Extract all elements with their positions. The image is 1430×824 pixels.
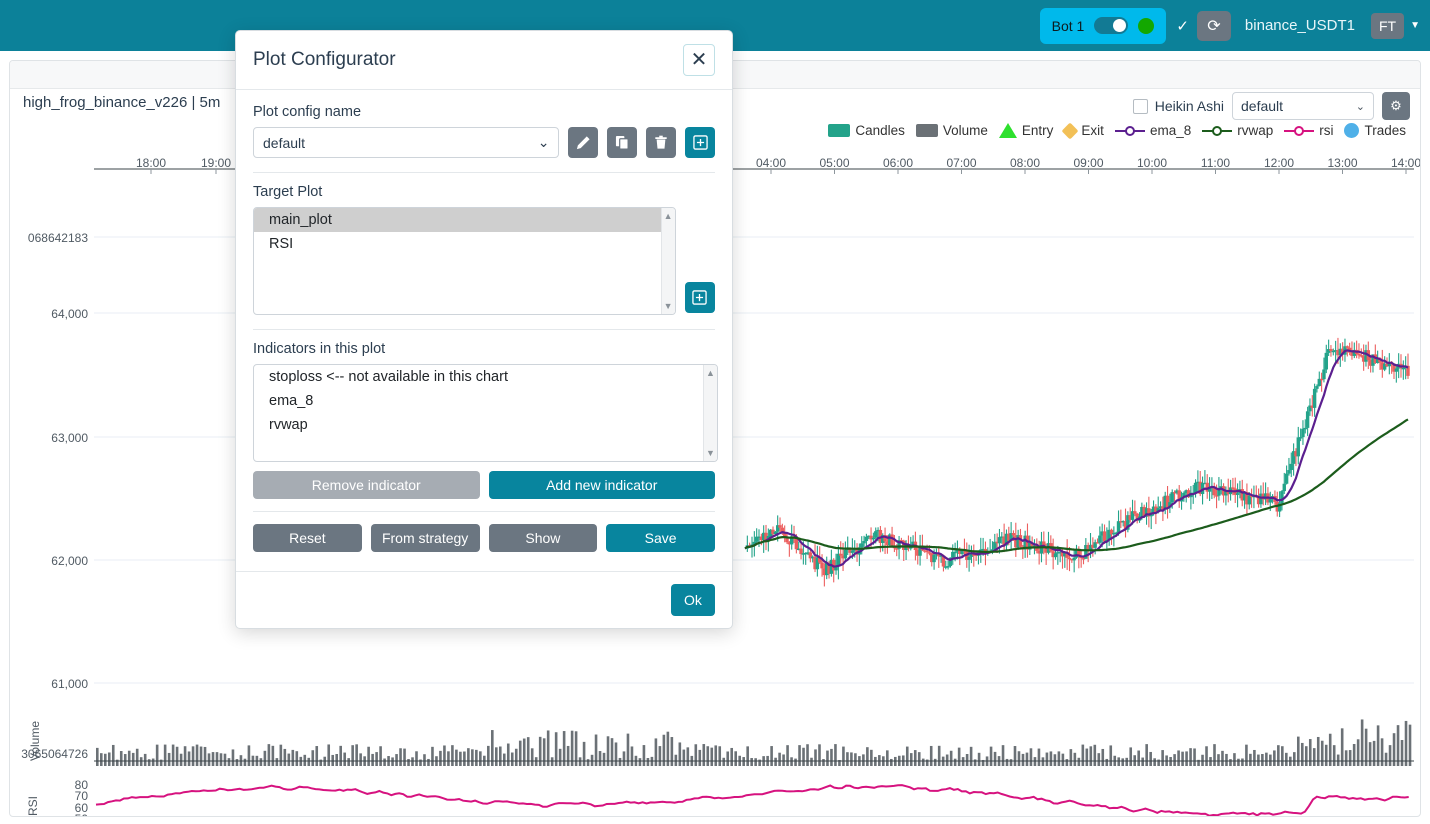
divider xyxy=(253,172,715,173)
indicators-listbox[interactable]: stoploss <-- not available in this chart… xyxy=(253,364,718,462)
add-plot-config-button[interactable] xyxy=(685,127,715,158)
close-icon[interactable]: ✕ xyxy=(683,44,715,76)
plot-config-name-label: Plot config name xyxy=(253,104,715,120)
remove-indicator-button[interactable]: Remove indicator xyxy=(253,471,480,499)
app-root: Bot 1 ✓ ⟳ binance_USDT1 FT ▼ high_frog_b… xyxy=(0,0,1430,824)
divider xyxy=(253,329,715,330)
delete-icon[interactable] xyxy=(646,127,676,158)
trash-icon xyxy=(654,135,668,150)
plus-square-icon xyxy=(693,135,708,150)
plot-configurator-dialog: Plot Configurator ✕ Plot config name def… xyxy=(235,30,733,629)
indicator-option[interactable]: rvwap xyxy=(254,413,717,437)
indicator-actions: Remove indicator Add new indicator xyxy=(253,471,715,499)
target-plot-option[interactable]: main_plot xyxy=(254,208,661,232)
copy-icon[interactable] xyxy=(607,127,637,158)
plus-square-icon xyxy=(692,290,707,305)
target-plot-label: Target Plot xyxy=(253,184,715,200)
target-plot-options: main_plotRSI xyxy=(254,208,675,256)
target-plot-row: main_plotRSI ▲ ▼ xyxy=(253,207,715,315)
add-target-plot-button[interactable] xyxy=(685,282,715,313)
show-button[interactable]: Show xyxy=(489,524,598,552)
scroll-up-icon[interactable]: ▲ xyxy=(706,368,715,378)
dialog-body: Plot config name default ⌄ xyxy=(236,90,732,571)
indicators-label: Indicators in this plot xyxy=(253,341,715,357)
indicator-options: stoploss <-- not available in this chart… xyxy=(254,365,717,437)
add-indicator-button[interactable]: Add new indicator xyxy=(489,471,716,499)
from-strategy-button[interactable]: From strategy xyxy=(371,524,480,552)
plot-config-row: default ⌄ xyxy=(253,127,715,158)
divider xyxy=(253,511,715,512)
reset-button[interactable]: Reset xyxy=(253,524,362,552)
listbox-scrollbar[interactable]: ▲ ▼ xyxy=(661,208,675,314)
indicator-option[interactable]: ema_8 xyxy=(254,389,717,413)
dialog-header: Plot Configurator ✕ xyxy=(236,31,732,90)
scroll-up-icon[interactable]: ▲ xyxy=(664,211,673,221)
pencil-icon xyxy=(576,135,591,150)
target-plot-listbox[interactable]: main_plotRSI ▲ ▼ xyxy=(253,207,676,315)
indicator-option[interactable]: stoploss <-- not available in this chart xyxy=(254,365,717,389)
ok-button[interactable]: Ok xyxy=(671,584,715,616)
listbox-scrollbar[interactable]: ▲ ▼ xyxy=(703,365,717,461)
dialog-title: Plot Configurator xyxy=(253,49,396,71)
target-plot-option[interactable]: RSI xyxy=(254,232,661,256)
edit-icon[interactable] xyxy=(568,127,598,158)
scroll-down-icon[interactable]: ▼ xyxy=(664,301,673,311)
scroll-down-icon[interactable]: ▼ xyxy=(706,448,715,458)
chevron-down-icon: ⌄ xyxy=(538,134,550,151)
save-button[interactable]: Save xyxy=(606,524,715,552)
duplicate-icon xyxy=(615,135,630,150)
plot-config-name-value: default xyxy=(263,135,305,151)
config-actions: Reset From strategy Show Save xyxy=(253,524,715,552)
dialog-footer: Ok xyxy=(236,571,732,628)
plot-config-name-select[interactable]: default ⌄ xyxy=(253,127,559,158)
